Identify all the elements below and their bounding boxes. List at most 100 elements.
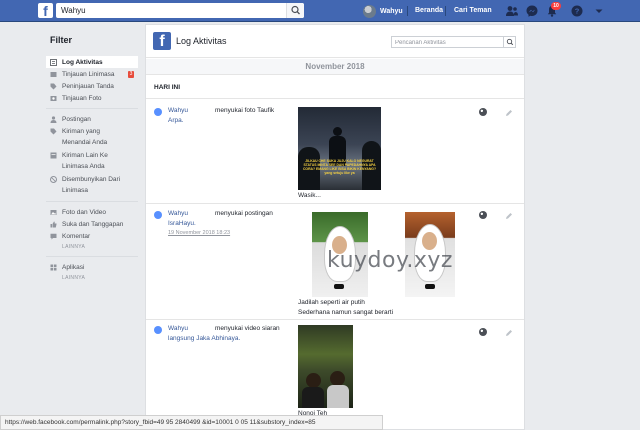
sidebar-item-label: Aplikasi [62, 263, 85, 271]
activity-log-logo-icon: f [153, 32, 171, 50]
home-link[interactable]: Beranda [415, 7, 443, 14]
browser-status-url: https://web.facebook.com/permalink.php?s… [0, 415, 383, 430]
sidebar-item-label: Tinjauan Foto [62, 94, 102, 102]
entry-actor-link[interactable]: Wahyu [168, 107, 188, 114]
search-icon [506, 38, 514, 46]
photo-detail [425, 284, 435, 289]
sidebar-item-posts[interactable]: Postingan [46, 113, 138, 125]
photo-detail [327, 385, 349, 408]
photo-detail [333, 127, 342, 136]
sidebar-item-activity-log[interactable]: Log Aktivitas [46, 56, 138, 68]
profile-link[interactable]: Wahyu [363, 4, 403, 18]
sidebar-item-label: Komentar [62, 232, 91, 240]
edit-pencil-icon[interactable] [505, 212, 513, 220]
watermark-text: kuydoy.xyz [327, 248, 453, 273]
messenger-icon[interactable] [525, 4, 539, 18]
sidebar-item-label: Postingan [62, 115, 91, 123]
sidebar-item-sublabel: Linimasa [62, 187, 89, 194]
sidebar-item-sublabel: Linimasa Anda [62, 163, 105, 170]
edit-pencil-icon[interactable] [505, 329, 513, 337]
row-divider [146, 98, 524, 99]
public-globe-icon[interactable] [479, 328, 487, 336]
tag-review-icon [50, 83, 57, 90]
facebook-logo-icon[interactable]: f [38, 3, 53, 18]
activity-search-input[interactable] [395, 38, 500, 47]
sidebar-item-label: Kiriman Lain Ke [62, 151, 108, 159]
avatar [363, 4, 376, 18]
nav-divider [445, 6, 446, 16]
photo-detail [330, 371, 345, 386]
search-box[interactable] [56, 3, 304, 18]
like-icon [154, 211, 162, 219]
sidebar-item-hidden[interactable]: Disembunyikan Dari [46, 173, 138, 185]
sidebar-item-tag-review[interactable]: Peninjauan Tanda [46, 80, 138, 92]
sidebar-item-label: Peninjauan Tanda [62, 82, 114, 90]
sidebar-item-likes-reactions[interactable]: Suka dan Tanggapan [46, 218, 138, 230]
entry-caption: Jadilah seperti air putih [298, 299, 365, 306]
sidebar-item-timeline-review[interactable]: Tinjauan Linimasa 3 [46, 68, 138, 80]
friend-requests-icon[interactable] [505, 4, 519, 18]
photo-review-icon [50, 96, 57, 101]
sidebar-item-label: Tinjauan Linimasa [62, 70, 115, 78]
account-menu-chevron-down-icon[interactable] [592, 4, 606, 18]
search-icon [291, 5, 300, 15]
activity-search-button[interactable] [503, 37, 515, 47]
entry-target-link[interactable]: langsung Jaka Abhinaya. [168, 335, 240, 342]
entry-action-text: menyukai video siaran [215, 325, 280, 332]
sidebar-item-comments[interactable]: Komentar [46, 230, 138, 242]
tag-icon [50, 128, 57, 135]
sidebar-item-photos-videos[interactable]: Foto dan Video [46, 206, 138, 218]
entry-actor-link[interactable]: Wahyu [168, 325, 188, 332]
sidebar-item-label: Disembunyikan Dari [62, 175, 121, 183]
entry-actor-link[interactable]: Wahyu [168, 210, 188, 217]
entry-target-link[interactable]: Arpa. [168, 117, 184, 124]
month-header: November 2018 [146, 59, 524, 75]
day-header: HARI INI [154, 84, 180, 91]
public-globe-icon[interactable] [479, 108, 487, 116]
activity-log-icon [50, 59, 57, 66]
svg-text:?: ? [575, 7, 580, 16]
comment-icon [50, 233, 57, 240]
quick-help-icon[interactable]: ? [570, 4, 584, 18]
post-icon [50, 152, 57, 159]
entry-target-link[interactable]: IsraHayu. [168, 220, 196, 227]
photo-icon [50, 210, 57, 215]
sidebar-divider [46, 108, 138, 109]
sidebar-more-link[interactable]: LAINNYA [46, 242, 138, 252]
person-icon [50, 116, 57, 123]
sidebar-item-apps[interactable]: Aplikasi [46, 261, 138, 273]
sidebar-more-link[interactable]: LAINNYA [46, 273, 138, 283]
search-input[interactable] [61, 5, 281, 16]
public-globe-icon[interactable] [479, 211, 487, 219]
profile-name: Wahyu [380, 7, 403, 15]
row-divider [146, 203, 524, 204]
entry-caption: Wasik... [298, 192, 321, 199]
timeline-review-count-badge: 3 [128, 71, 134, 78]
entry-action-text: menyukai foto Taufik [215, 107, 275, 114]
panel-header: f Log Aktivitas [146, 25, 524, 58]
nav-divider [407, 6, 408, 16]
apps-icon [50, 264, 57, 271]
activity-log-panel: f Log Aktivitas November 2018 HARI INI W… [145, 24, 525, 430]
activity-search-box[interactable] [391, 36, 516, 48]
row-divider [146, 319, 524, 320]
timeline-review-icon [50, 72, 57, 77]
search-button[interactable] [286, 3, 304, 18]
liked-photo-thumbnail[interactable]: JILKAU CHE SUKA JUJU KALO NEGURAT STATUS… [298, 107, 381, 190]
entry-timestamp[interactable]: 19 November 2018 18:23 [168, 230, 230, 236]
sidebar-item-label: Suka dan Tanggapan [62, 220, 124, 228]
top-navigation-bar: f Wahyu Beranda Cari Teman 10 ? [0, 0, 640, 22]
sidebar-item-label: Log Aktivitas [62, 58, 103, 66]
sidebar-item-photo-review[interactable]: Tinjauan Foto [46, 92, 138, 104]
sidebar-item-label: Foto dan Video [62, 208, 106, 216]
find-friends-link[interactable]: Cari Teman [454, 7, 492, 14]
sidebar-divider [46, 201, 138, 202]
sidebar-item-others-posts[interactable]: Kiriman Lain Ke [46, 149, 138, 161]
page-title: Log Aktivitas [176, 36, 227, 46]
liked-video-thumbnail[interactable] [298, 325, 353, 408]
edit-pencil-icon[interactable] [505, 109, 513, 117]
sidebar-item-posts-tagged[interactable]: Kiriman yang [46, 125, 138, 137]
notification-count-badge: 10 [551, 2, 561, 10]
like-icon [50, 221, 57, 228]
filter-heading: Filter [50, 35, 73, 45]
